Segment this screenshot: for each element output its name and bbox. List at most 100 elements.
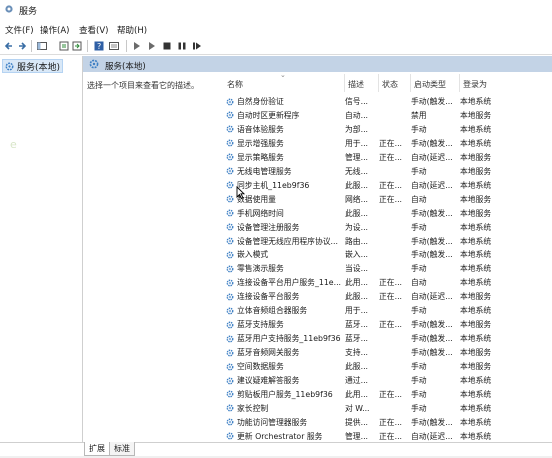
table-row[interactable]: 建议疑难解答服务 通过... 手动 本地系统	[224, 373, 552, 387]
service-log-on-as: 本地服务	[460, 110, 492, 120]
help-icon[interactable]: ?	[93, 40, 105, 52]
table-row[interactable]: 蓝牙音频网关服务 支持... 手动(触发... 本地服务	[224, 345, 552, 359]
table-row[interactable]: 剪贴板用户服务_11eb9f36 此用... 正在... 手动 本地系统	[224, 387, 552, 401]
table-row[interactable]: 零售演示服务 当设... 手动 本地系统	[224, 261, 552, 275]
service-log-on-as: 本地系统	[460, 236, 492, 246]
service-startup-type: 手动(触发...	[411, 236, 453, 246]
service-startup-type: 手动	[411, 166, 427, 176]
table-row[interactable]: 蓝牙用户支持服务_11eb9f36 蓝牙... 手动(触发... 本地系统	[224, 331, 552, 345]
service-description: 此用...	[345, 278, 369, 288]
column-header-startup-type[interactable]: 启动类型	[411, 74, 460, 92]
services-pane: 服务(本地) 选择一个项目来查看它的描述。 ⌄ 名称 描述 状态 启动类型 登录…	[83, 56, 552, 442]
service-name: 连接设备平台服务	[237, 292, 300, 302]
service-name: 自动时区更新程序	[237, 110, 300, 120]
service-gear-icon	[226, 307, 234, 315]
service-name: 同步主机_11eb9f36	[237, 180, 310, 190]
table-row[interactable]: 嵌入模式 嵌入... 手动(触发... 本地系统	[224, 247, 552, 261]
view-icon[interactable]	[108, 40, 120, 52]
service-description: 路由...	[345, 236, 369, 246]
tree-item-services-local[interactable]: 服务(本地)	[2, 59, 64, 73]
table-row[interactable]: 家长控制 对 W... 手动 本地系统	[224, 401, 552, 415]
service-status: 正在...	[379, 138, 403, 148]
play-alt-icon[interactable]	[146, 40, 158, 52]
table-row[interactable]: 更新 Orchestrator 服务 管理... 正在... 自动(延迟... 本地系统	[224, 429, 552, 443]
table-row[interactable]: 自然身份验证 信号... 手动(触发... 本地系统	[224, 94, 552, 108]
service-log-on-as: 本地系统	[460, 403, 492, 413]
services-header-title: 服务(本地)	[105, 62, 146, 72]
menu-file[interactable]: 文件(F)	[5, 24, 34, 36]
table-row[interactable]: 立体音频组合器服务 用于... 手动 本地系统	[224, 303, 552, 317]
service-name: 显示策略服务	[237, 152, 284, 162]
service-description: 自动...	[345, 110, 369, 120]
services-header-icon	[89, 59, 99, 69]
service-name: 建议疑难解答服务	[237, 376, 300, 385]
service-name-cell: 自动时区更新程序	[226, 110, 344, 121]
service-gear-icon	[226, 279, 234, 287]
service-gear-icon	[226, 125, 234, 133]
properties-icon[interactable]	[58, 40, 70, 52]
menu-action[interactable]: 操作(A)	[40, 24, 69, 36]
table-row[interactable]: 语音体验服务 为部... 手动 本地系统	[224, 122, 552, 136]
table-row[interactable]: 同步主机_11eb9f36 此服... 正在... 自动(延迟... 本地系统	[224, 178, 552, 192]
service-log-on-as: 本地服务	[460, 208, 492, 218]
forward-icon[interactable]	[16, 40, 28, 52]
service-name-cell: 自然身份验证	[226, 96, 344, 107]
service-gear-icon	[226, 432, 234, 440]
service-name: 设备管理无线应用程序协议...	[237, 236, 338, 246]
table-row[interactable]: 空间数据服务 此服... 手动 本地服务	[224, 359, 552, 373]
service-name-cell: 语音体验服务	[226, 124, 344, 135]
service-name-cell: 连接设备平台用户服务_11e...	[226, 277, 344, 288]
view-tabs: 扩展 标准	[84, 442, 135, 456]
service-gear-icon	[226, 181, 234, 189]
service-log-on-as: 本地系统	[460, 306, 492, 316]
table-row[interactable]: 显示策略服务 管理... 正在... 自动(延迟... 本地服务	[224, 150, 552, 164]
column-header-log-on-as[interactable]: 登录为	[460, 74, 552, 92]
service-log-on-as: 本地系统	[460, 278, 492, 288]
service-name-cell: 嵌入模式	[226, 249, 344, 260]
column-header-name[interactable]: 名称	[224, 74, 345, 92]
service-name-cell: 连接设备平台服务	[226, 291, 344, 302]
service-log-on-as: 本地服务	[460, 152, 492, 162]
table-row[interactable]: 功能访问管理器服务 提供... 正在... 手动(触发... 本地系统	[224, 415, 552, 429]
console-tree-icon[interactable]	[36, 40, 48, 52]
refresh-icon[interactable]	[71, 40, 83, 52]
table-row[interactable]: 蓝牙支持服务 蓝牙... 正在... 手动(触发... 本地服务	[224, 317, 552, 331]
table-row[interactable]: 显示增强服务 用于... 正在... 手动(触发... 本地系统	[224, 136, 552, 150]
table-row[interactable]: 手机网络时间 此服... 手动(触发... 本地服务	[224, 206, 552, 220]
service-gear-icon	[226, 321, 234, 329]
pause-icon[interactable]	[176, 40, 188, 52]
table-row[interactable]: 设备管理无线应用程序协议... 路由... 手动(触发... 本地系统	[224, 234, 552, 248]
service-log-on-as: 本地系统	[460, 124, 492, 134]
service-gear-icon	[226, 335, 234, 343]
column-header-description[interactable]: 描述	[345, 74, 379, 92]
svg-text:e: e	[10, 138, 17, 150]
service-startup-type: 手动(触发...	[411, 348, 453, 358]
table-row[interactable]: 自动时区更新程序 自动... 禁用 本地服务	[224, 108, 552, 122]
service-name: 连接设备平台用户服务_11e...	[237, 278, 342, 288]
service-gear-icon	[226, 390, 234, 398]
table-row[interactable]: 连接设备平台服务 此服... 正在... 自动(延迟... 本地服务	[224, 289, 552, 303]
tab-standard[interactable]: 标准	[109, 442, 135, 456]
service-name-cell: 蓝牙用户支持服务_11eb9f36	[226, 333, 344, 344]
stop-icon[interactable]	[161, 40, 173, 52]
table-row[interactable]: 数据使用量 网络... 正在... 自动 本地服务	[224, 192, 552, 206]
service-name-cell: 蓝牙支持服务	[226, 319, 344, 330]
service-name-cell: 剪贴板用户服务_11eb9f36	[226, 389, 344, 400]
service-name-cell: 空间数据服务	[226, 361, 344, 372]
column-header-status[interactable]: 状态	[379, 74, 411, 92]
menu-view[interactable]: 查看(V)	[79, 24, 108, 36]
back-icon[interactable]	[3, 40, 15, 52]
play-icon[interactable]	[131, 40, 143, 52]
table-row[interactable]: 连接设备平台用户服务_11e... 此用... 正在... 自动 本地系统	[224, 275, 552, 289]
menu-help[interactable]: 帮助(H)	[117, 24, 147, 36]
restart-icon[interactable]	[191, 40, 203, 52]
table-row[interactable]: 设备管理注册服务 为设... 手动 本地系统	[224, 220, 552, 234]
service-name-cell: 显示增强服务	[226, 138, 344, 149]
service-log-on-as: 本地服务	[460, 292, 492, 302]
tab-extended[interactable]: 扩展	[84, 442, 110, 456]
table-row[interactable]: 无线电管理服务 无线... 手动 本地服务	[224, 164, 552, 178]
service-name: 蓝牙用户支持服务_11eb9f36	[237, 334, 341, 344]
service-startup-type: 自动	[411, 194, 427, 204]
service-startup-type: 手动	[411, 389, 427, 399]
service-startup-type: 手动	[411, 376, 427, 385]
